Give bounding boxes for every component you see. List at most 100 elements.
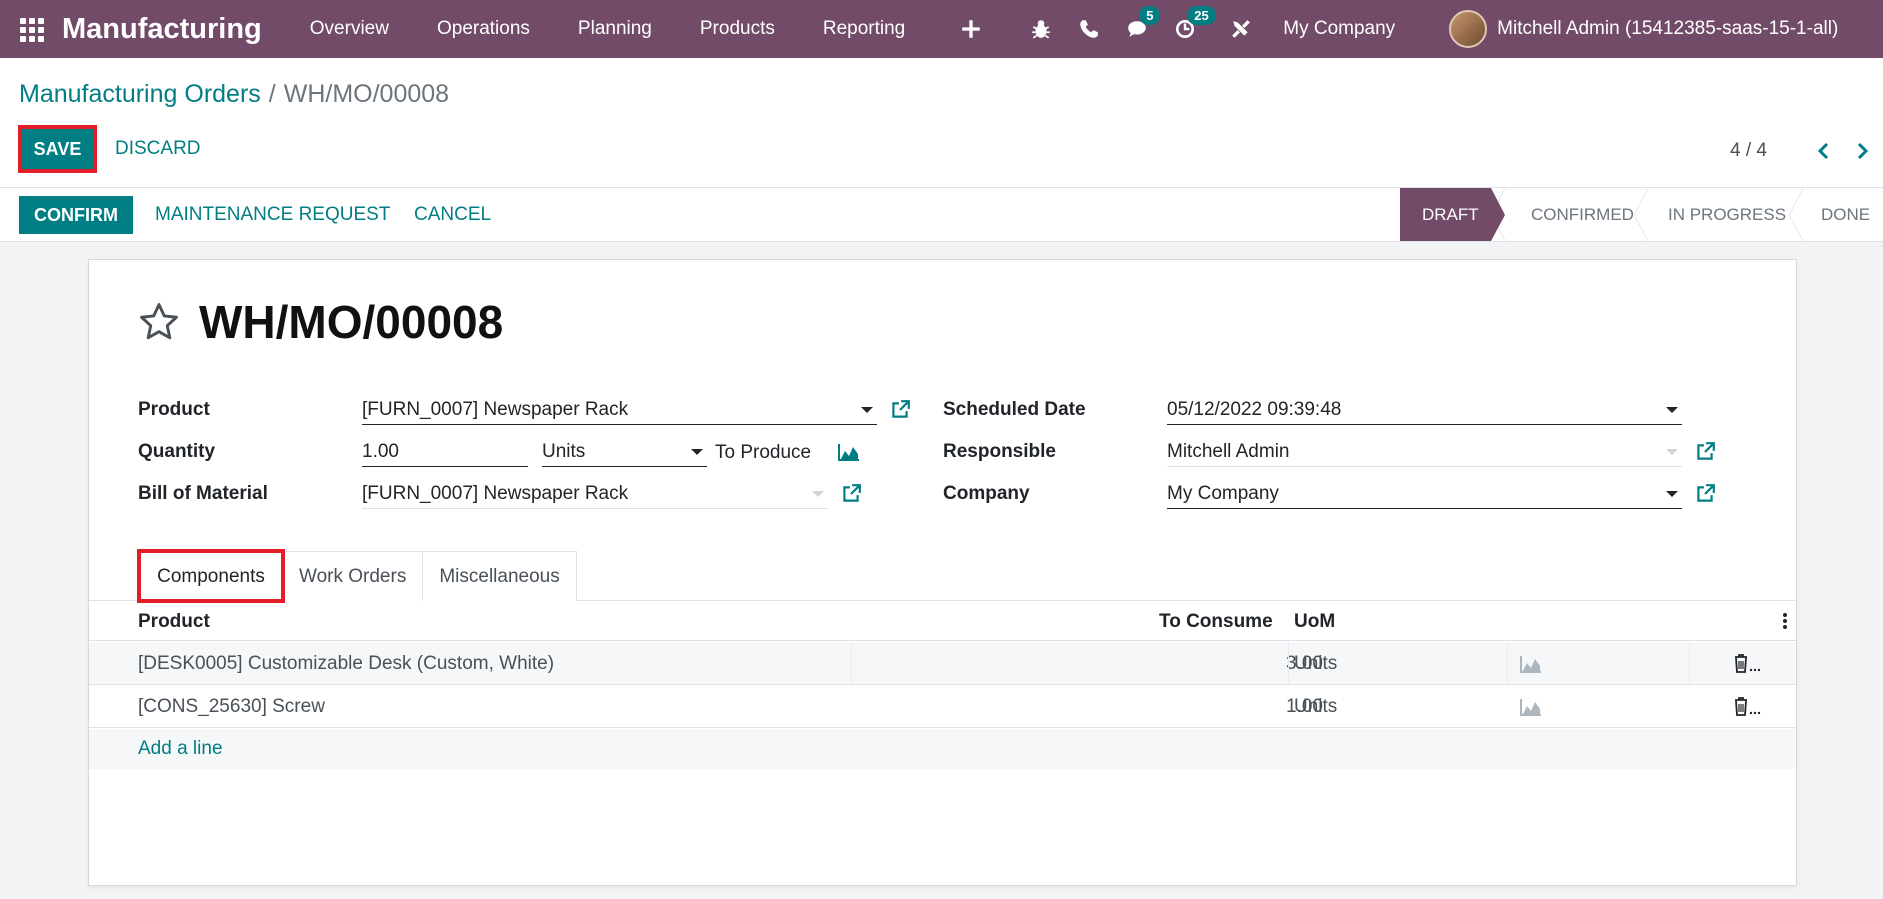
quantity-value: 1.00: [362, 440, 399, 462]
menu-overview[interactable]: Overview: [286, 18, 413, 40]
tab-work-orders[interactable]: Work Orders: [282, 551, 424, 601]
quantity-field[interactable]: 1.00: [362, 437, 528, 467]
pager-value[interactable]: 4 / 4: [1730, 140, 1767, 162]
cancel-button[interactable]: CANCEL: [406, 196, 499, 234]
stage-confirmed[interactable]: CONFIRMED: [1491, 188, 1634, 241]
add-line-link[interactable]: Add a line: [138, 738, 223, 760]
confirm-button[interactable]: CONFIRM: [19, 196, 133, 234]
scheduled-date-value: 05/12/2022 09:39:48: [1167, 398, 1342, 420]
scheduled-date-label: Scheduled Date: [943, 399, 1086, 420]
breadcrumb: Manufacturing Orders / WH/MO/00008: [19, 80, 449, 109]
save-button[interactable]: SAVE: [18, 125, 97, 173]
row-product: [CONS_25630] Screw: [138, 696, 325, 717]
favorite-star-icon[interactable]: [136, 300, 182, 344]
responsible-external-link-icon[interactable]: [1694, 441, 1716, 463]
column-separator: [1507, 642, 1508, 684]
to-produce-label: To Produce: [715, 442, 812, 463]
product-value: [FURN_0007] Newspaper Rack: [362, 398, 629, 420]
responsible-dropdown-icon[interactable]: [1666, 448, 1678, 455]
row-forecast-chart-icon[interactable]: [1519, 697, 1543, 717]
company-switcher[interactable]: My Company: [1283, 18, 1395, 40]
bom-dropdown-icon[interactable]: [812, 490, 824, 497]
row-product: [DESK0005] Customizable Desk (Custom, Wh…: [138, 653, 555, 674]
stage-draft[interactable]: DRAFT: [1400, 188, 1505, 241]
column-separator: [1689, 642, 1690, 684]
plus-icon[interactable]: [947, 0, 995, 58]
form-sheet: WH/MO/00008 Product [FURN_0007] Newspape…: [88, 259, 1797, 886]
uom-dropdown-icon[interactable]: [691, 448, 703, 455]
row-forecast-chart-icon[interactable]: [1519, 654, 1543, 674]
messages-badge: 5: [1139, 6, 1161, 25]
column-separator: [1288, 642, 1289, 684]
stage-pipeline: DRAFT CONFIRMED IN PROGRESS DONE: [1400, 188, 1883, 241]
breadcrumb-parent[interactable]: Manufacturing Orders: [19, 80, 261, 108]
product-label: Product: [138, 399, 210, 420]
app-brand[interactable]: Manufacturing: [62, 13, 262, 46]
add-line-row: [89, 729, 1796, 769]
user-menu[interactable]: Mitchell Admin (15412385-saas-15-1-all): [1497, 18, 1842, 40]
table-row[interactable]: [DESK0005] Customizable Desk (Custom, Wh…: [89, 642, 1796, 685]
breadcrumb-separator: /: [268, 80, 276, 108]
maintenance-request-button[interactable]: MAINTENANCE REQUEST: [147, 196, 398, 234]
column-uom[interactable]: UoM: [1294, 611, 1335, 633]
control-panel: Manufacturing Orders / WH/MO/00008 SAVE DI…: [0, 58, 1883, 188]
tools-icon[interactable]: [1217, 0, 1265, 58]
responsible-field[interactable]: Mitchell Admin: [1167, 437, 1682, 467]
product-external-link-icon[interactable]: [889, 399, 911, 421]
company-field[interactable]: My Company: [1167, 479, 1682, 509]
responsible-label: Responsible: [943, 441, 1056, 462]
company-dropdown-icon[interactable]: [1666, 490, 1678, 497]
breadcrumb-current: WH/MO/00008: [283, 80, 450, 108]
column-product[interactable]: Product: [138, 611, 210, 633]
product-field[interactable]: [FURN_0007] Newspaper Rack: [362, 395, 877, 425]
row-delete-icon[interactable]: [1732, 652, 1762, 674]
activities-badge: 25: [1187, 6, 1216, 25]
avatar[interactable]: [1449, 10, 1488, 48]
phone-icon[interactable]: [1065, 0, 1113, 58]
top-navbar: Manufacturing Overview Operations Planni…: [0, 0, 1883, 58]
pager-previous-icon[interactable]: [1803, 136, 1843, 166]
column-separator: [851, 642, 852, 684]
row-delete-icon[interactable]: [1732, 695, 1762, 717]
apps-grid-icon[interactable]: [20, 18, 46, 42]
forecast-chart-icon[interactable]: [837, 442, 861, 462]
pager-next-icon[interactable]: [1843, 136, 1883, 166]
table-row[interactable]: [CONS_25630] Screw 1.00 Units: [89, 685, 1796, 728]
menu-planning[interactable]: Planning: [554, 18, 676, 40]
company-external-link-icon[interactable]: [1694, 483, 1716, 505]
tab-miscellaneous[interactable]: Miscellaneous: [422, 551, 577, 601]
bom-value: [FURN_0007] Newspaper Rack: [362, 482, 629, 504]
scheduled-date-dropdown-icon[interactable]: [1666, 406, 1678, 413]
main-menu: Overview Operations Planning Products Re…: [286, 18, 929, 40]
row-uom: Units: [1294, 696, 1338, 717]
components-table-header: Product To Consume UoM: [89, 601, 1796, 641]
column-to-consume[interactable]: To Consume: [1159, 611, 1273, 633]
quantity-label: Quantity: [138, 441, 216, 462]
menu-products[interactable]: Products: [676, 18, 799, 40]
product-dropdown-icon[interactable]: [861, 406, 873, 413]
bug-icon[interactable]: [1017, 0, 1065, 58]
row-uom: Units: [1294, 653, 1338, 674]
bom-label: Bill of Material: [138, 483, 268, 504]
tab-components[interactable]: Components: [137, 549, 285, 603]
systray: 5 25 My Company Mitchell Admin (15412385…: [947, 0, 1842, 58]
bom-external-link-icon[interactable]: [840, 483, 862, 505]
stage-done[interactable]: DONE: [1789, 188, 1883, 241]
discard-button[interactable]: DISCARD: [103, 129, 213, 169]
bom-field[interactable]: [FURN_0007] Newspaper Rack: [362, 479, 828, 509]
notebook-tabs: Components Work Orders Miscellaneous: [137, 549, 577, 603]
uom-value: Units: [542, 440, 586, 462]
company-label: Company: [943, 483, 1030, 504]
menu-operations[interactable]: Operations: [413, 18, 554, 40]
activity-clock-icon[interactable]: 25: [1161, 0, 1216, 58]
status-bar: CONFIRM MAINTENANCE REQUEST CANCEL DRAFT…: [0, 188, 1883, 242]
stage-in-progress[interactable]: IN PROGRESS: [1634, 188, 1789, 241]
pager: 4 / 4: [1730, 136, 1883, 166]
chat-icon[interactable]: 5: [1113, 0, 1161, 58]
company-value: My Company: [1167, 482, 1279, 504]
responsible-value: Mitchell Admin: [1167, 440, 1290, 462]
optional-columns-icon[interactable]: [1782, 612, 1788, 630]
uom-field[interactable]: Units: [542, 437, 707, 467]
scheduled-date-field[interactable]: 05/12/2022 09:39:48: [1167, 395, 1682, 425]
menu-reporting[interactable]: Reporting: [799, 18, 929, 40]
